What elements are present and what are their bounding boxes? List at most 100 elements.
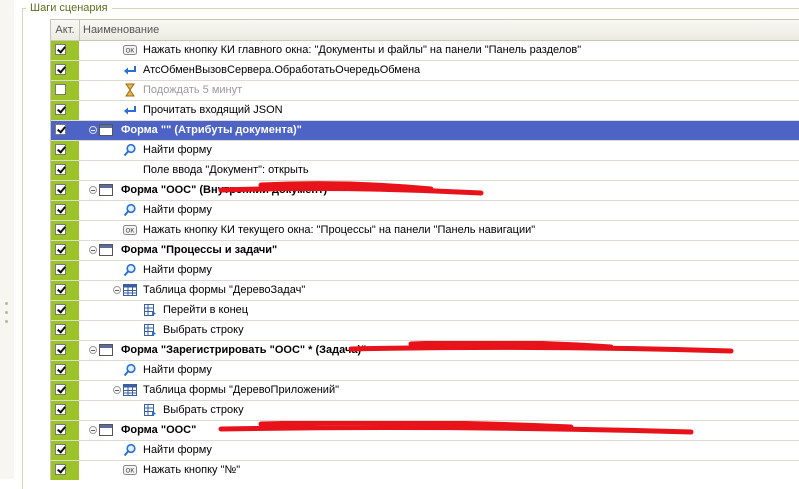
- table-row[interactable]: Найти форму: [51, 361, 799, 381]
- table-row[interactable]: OK Нажать кнопку "№": [51, 461, 799, 480]
- active-checkbox[interactable]: [55, 404, 66, 415]
- active-checkbox[interactable]: [55, 204, 66, 215]
- step-label: Найти форму: [143, 444, 212, 456]
- active-checkbox[interactable]: [55, 304, 66, 315]
- collapse-toggle-icon[interactable]: [89, 126, 97, 134]
- active-checkbox[interactable]: [55, 84, 66, 95]
- step-label: Найти форму: [143, 364, 212, 376]
- table-row[interactable]: Таблица формы "ДеревоЗадач": [51, 281, 799, 301]
- table-row[interactable]: Прочитать входящий JSON: [51, 101, 799, 121]
- collapse-toggle-icon[interactable]: [89, 426, 97, 434]
- table-row[interactable]: Найти форму: [51, 261, 799, 281]
- ok-button-icon: OK: [123, 463, 137, 477]
- step-label: Выбрать строку: [163, 324, 244, 336]
- step-label: Таблица формы "ДеревоЗадач": [143, 284, 306, 296]
- step-label: Нажать кнопку "№": [143, 464, 241, 476]
- active-checkbox[interactable]: [55, 444, 66, 455]
- active-checkbox[interactable]: [55, 164, 66, 175]
- step-label: Найти форму: [143, 144, 212, 156]
- table-action-icon: [143, 403, 157, 417]
- ok-button-icon: OK: [123, 43, 137, 57]
- active-checkbox[interactable]: [55, 364, 66, 375]
- table-row[interactable]: Найти форму: [51, 441, 799, 461]
- active-checkbox[interactable]: [55, 264, 66, 275]
- active-checkbox[interactable]: [55, 44, 66, 55]
- table-row[interactable]: OK Нажать кнопку КИ текущего окна: "Проце…: [51, 221, 799, 241]
- active-checkbox[interactable]: [55, 424, 66, 435]
- svg-text:OK: OK: [126, 469, 135, 475]
- grid-header: Акт. Наименование: [51, 20, 799, 41]
- table-row[interactable]: Форма "ООС" (Внутренний документ)": [51, 181, 799, 201]
- active-checkbox[interactable]: [55, 244, 66, 255]
- step-label: Поле ввода "Документ": открыть: [143, 164, 309, 176]
- step-label: Форма "" (Атрибуты документа)": [121, 124, 302, 136]
- table-action-icon: [143, 303, 157, 317]
- magnifier-icon: [123, 203, 137, 217]
- table-action-icon: [143, 323, 157, 337]
- table-grid-icon: [123, 383, 137, 397]
- table-row[interactable]: Форма "Зарегистрировать "ООС" * (Задача)…: [51, 341, 799, 361]
- step-label: Найти форму: [143, 264, 212, 276]
- active-checkbox[interactable]: [55, 144, 66, 155]
- active-checkbox[interactable]: [55, 184, 66, 195]
- magnifier-icon: [123, 363, 137, 377]
- table-row[interactable]: Подождать 5 минут: [51, 81, 799, 101]
- table-row[interactable]: Выбрать строку: [51, 321, 799, 341]
- magnifier-icon: [123, 263, 137, 277]
- active-checkbox[interactable]: [55, 64, 66, 75]
- table-row[interactable]: АтсОбменВызовСервера.ОбработатьОчередьОб…: [51, 61, 799, 81]
- magnifier-icon: [123, 143, 137, 157]
- table-row[interactable]: Выбрать строку: [51, 401, 799, 421]
- collapse-toggle-icon[interactable]: [89, 346, 97, 354]
- active-checkbox[interactable]: [55, 284, 66, 295]
- table-grid-icon: [123, 283, 137, 297]
- form-window-icon: [99, 343, 113, 357]
- table-row[interactable]: Таблица формы "ДеревоПриложений": [51, 381, 799, 401]
- active-checkbox[interactable]: [55, 324, 66, 335]
- grip-dot: [5, 311, 8, 314]
- hourglass-icon: [123, 83, 137, 97]
- collapse-toggle-icon[interactable]: [89, 186, 97, 194]
- svg-text:OK: OK: [126, 229, 135, 235]
- step-label: Выбрать строку: [163, 404, 244, 416]
- table-row[interactable]: Форма "" (Атрибуты документа)": [51, 121, 799, 141]
- form-window-icon: [99, 423, 113, 437]
- active-checkbox[interactable]: [55, 224, 66, 235]
- magnifier-icon: [123, 443, 137, 457]
- grip-dot: [5, 302, 8, 305]
- collapse-toggle-icon[interactable]: [113, 386, 121, 394]
- table-row[interactable]: Поле ввода "Документ": открыть: [51, 161, 799, 181]
- ok-button-icon: OK: [123, 223, 137, 237]
- step-label: Нажать кнопку КИ текущего окна: "Процесс…: [143, 224, 536, 236]
- step-label: Перейти в конец: [163, 304, 249, 316]
- table-row[interactable]: Форма "Процессы и задачи": [51, 241, 799, 261]
- collapse-toggle-icon[interactable]: [89, 246, 97, 254]
- step-label: Форма "Зарегистрировать "ООС" * (Задача)…: [121, 344, 367, 356]
- collapse-toggle-icon[interactable]: [113, 286, 121, 294]
- step-label: Форма "ООС" (Внутренний документ)": [121, 184, 333, 196]
- grip-dot: [5, 320, 8, 323]
- grid-rows: OK Нажать кнопку КИ главного окна: "Докум…: [51, 41, 799, 480]
- scenario-steps-grid[interactable]: Акт. Наименование OK Нажать кнопку КИ гла…: [50, 19, 799, 480]
- table-row[interactable]: Найти форму: [51, 141, 799, 161]
- active-checkbox[interactable]: [55, 124, 66, 135]
- active-checkbox[interactable]: [55, 384, 66, 395]
- step-label: Прочитать входящий JSON: [143, 104, 283, 116]
- table-row[interactable]: Перейти в конец: [51, 301, 799, 321]
- step-label: АтсОбменВызовСервера.ОбработатьОчередьОб…: [143, 64, 421, 76]
- group-title: Шаги сценария: [26, 1, 112, 15]
- column-header-active[interactable]: Акт.: [51, 20, 80, 40]
- step-label: Нажать кнопку КИ главного окна: "Докумен…: [143, 44, 582, 56]
- active-checkbox[interactable]: [55, 104, 66, 115]
- active-checkbox[interactable]: [55, 464, 66, 475]
- column-header-name[interactable]: Наименование: [83, 20, 159, 40]
- table-row[interactable]: OK Нажать кнопку КИ главного окна: "Докум…: [51, 41, 799, 61]
- form-window-icon: [99, 243, 113, 257]
- step-label: Найти форму: [143, 204, 212, 216]
- left-splitter[interactable]: [0, 0, 14, 479]
- svg-text:OK: OK: [126, 49, 135, 55]
- table-row[interactable]: Найти форму: [51, 201, 799, 221]
- active-checkbox[interactable]: [55, 344, 66, 355]
- table-row[interactable]: Форма "ООС": [51, 421, 799, 441]
- step-label: Таблица формы "ДеревоПриложений": [143, 384, 339, 396]
